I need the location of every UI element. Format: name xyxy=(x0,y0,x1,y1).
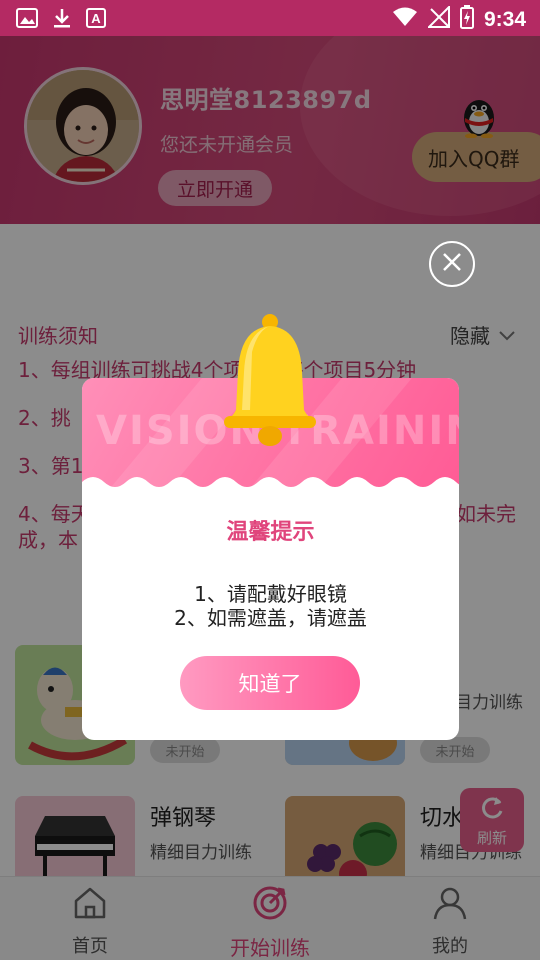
dialog-line-2: 2、如需遮盖，请遮盖 xyxy=(174,606,367,630)
no-signal-icon xyxy=(426,4,450,33)
bell-icon xyxy=(222,312,318,456)
wifi-icon xyxy=(392,7,418,32)
svg-text:A: A xyxy=(91,11,101,26)
close-dialog-button[interactable] xyxy=(429,241,475,287)
font-icon: A xyxy=(86,8,106,32)
battery-icon xyxy=(459,5,474,34)
got-it-button[interactable]: 知道了 xyxy=(180,656,360,710)
clock-time: 9:34 xyxy=(483,7,526,31)
gallery-icon xyxy=(16,8,38,32)
close-icon xyxy=(441,251,463,277)
status-bar: A 9:34 xyxy=(0,0,540,36)
download-icon xyxy=(52,7,72,33)
dialog-title: 温馨提示 xyxy=(226,520,315,545)
